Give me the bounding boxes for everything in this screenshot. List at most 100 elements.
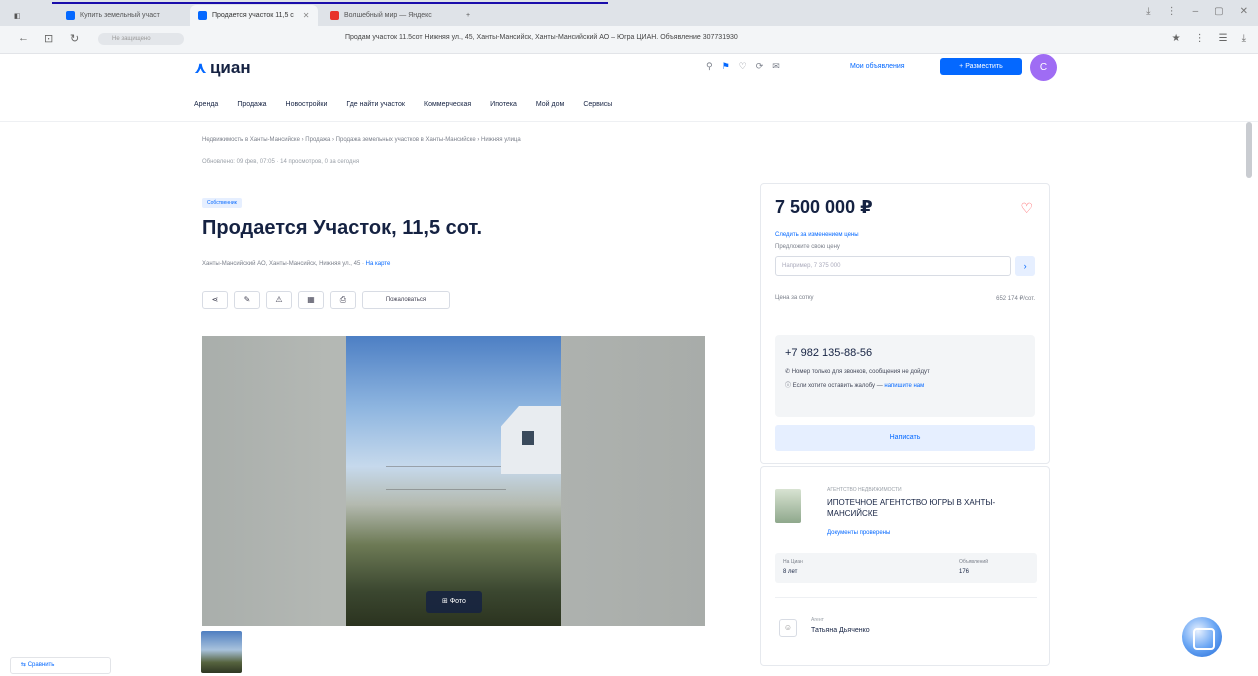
site-header: ⋏ циан ⚲ ⚑ ♡ ⟳ ✉ Мои объявления + Размес… — [0, 54, 1258, 122]
cian-logo[interactable]: ⋏ циан — [194, 58, 251, 78]
agent-name[interactable]: Татьяна Дьяченко — [811, 627, 870, 634]
price-card: 7 500 000 ₽ ♡ Следить за изменением цены… — [761, 184, 1049, 325]
phone-card: +7 982 135-88-56 ✆ Номер только для звон… — [775, 335, 1035, 417]
reload-icon[interactable]: ↻ — [70, 32, 79, 45]
new-tab-button[interactable]: + — [458, 5, 478, 26]
site-info-chip[interactable]: Не защищено — [98, 33, 184, 45]
yandex-favicon-icon — [330, 11, 339, 20]
menu-icon[interactable]: ⋮ — [1195, 33, 1205, 44]
print-button[interactable]: ⎙ — [330, 291, 356, 309]
address-bar: ← ⊡ ↻ Не защищено Продам участок 11.5сот… — [0, 26, 1258, 54]
sidebar-icon[interactable]: ☰ — [1219, 33, 1228, 44]
listing-actions: ⋖ ✎ ⚠ ▦ ⎙ Пожаловаться — [202, 291, 450, 309]
close-window-icon[interactable]: ✕ — [1240, 6, 1248, 17]
main-photo[interactable] — [346, 336, 561, 626]
edit-note-button[interactable]: ✎ — [234, 291, 260, 309]
header-icons: ⚲ ⚑ ♡ ⟳ ✉ — [706, 61, 780, 72]
focus-underline — [52, 2, 608, 4]
minimize-icon[interactable]: – — [1193, 6, 1199, 17]
nav-commercial[interactable]: Коммерческая — [424, 101, 471, 108]
scrollbar[interactable] — [1246, 122, 1252, 178]
phone-number[interactable]: +7 982 135-88-56 — [785, 347, 1025, 359]
published-info: Обновлено: 09 фев, 07:05 · 14 просмотров… — [202, 159, 360, 165]
tab-back-control[interactable]: ◧ — [6, 5, 29, 26]
compare-icon[interactable]: ⟳ — [756, 61, 764, 72]
agency-logo[interactable] — [775, 489, 801, 523]
map-link[interactable]: На карте — [366, 261, 391, 267]
compare-floating-button[interactable]: ⇆ Сравнить — [10, 657, 111, 674]
cian-favicon-icon — [66, 11, 75, 20]
nav-sale[interactable]: Продажа — [237, 101, 266, 108]
ppu-value: 652 174 ₽/сот. — [996, 296, 1035, 302]
photo-gallery[interactable]: ⊞ Фото — [202, 336, 705, 626]
downloads-icon[interactable]: ⤓ — [1242, 33, 1246, 44]
ppu-label: Цена за сотку — [775, 295, 814, 301]
plus-icon: + — [466, 12, 471, 19]
breadcrumb[interactable]: Недвижимость в Ханты-Мансийске › Продажа… — [202, 137, 521, 143]
close-icon[interactable]: ✕ — [303, 11, 310, 20]
price-value: 7 500 000 ₽ — [775, 197, 873, 217]
verified-docs-badge: Документы проверены — [827, 530, 891, 536]
phone-note: ✆ Номер только для звонков, сообщения не… — [785, 368, 1025, 375]
nav-mortgage[interactable]: Ипотека — [490, 101, 517, 108]
nav-find-plot[interactable]: Где найти участок — [346, 101, 405, 108]
stat-on-cian-label: На Циан — [783, 559, 803, 565]
phone-icon: ✆ — [785, 369, 792, 375]
logo-text: циан — [209, 58, 251, 77]
owner-badge: Собственник — [202, 198, 242, 208]
nav-my-home[interactable]: Мой дом — [536, 101, 564, 108]
agency-name[interactable]: ИПОТЕЧНОЕ АГЕНТСТВО ЮГРЫ В ХАНТЫ-МАНСИЙС… — [827, 497, 1037, 519]
window-controls: ⤓ ⋮ – ▢ ✕ — [1146, 6, 1248, 17]
browser-tab-3[interactable]: Волшебный мир — Яндекс — [322, 5, 450, 26]
post-ad-button[interactable]: + Разместить объявление — [940, 58, 1022, 87]
write-us-link[interactable]: напишите нам — [884, 383, 924, 389]
photo-thumbnail[interactable] — [201, 631, 242, 673]
avatar[interactable]: С — [1030, 54, 1057, 81]
browser-tab-bar: ◧ Купить земельный участ Продается участ… — [0, 0, 1258, 26]
more-icon[interactable]: ⋮ — [1167, 6, 1177, 17]
photos-button[interactable]: ⊞ Фото — [426, 591, 482, 613]
stat-listings-label: Объявлений — [959, 559, 989, 565]
cian-favicon-icon — [198, 11, 207, 20]
photo-fence — [386, 466, 506, 490]
maximize-icon[interactable]: ▢ — [1214, 6, 1223, 17]
heart-icon[interactable]: ♡ — [739, 61, 747, 72]
tabs-icon[interactable]: ⊡ — [44, 32, 53, 45]
cian-logo-icon: ⋏ — [194, 60, 207, 77]
nav-rent[interactable]: Аренда — [194, 101, 218, 108]
offer-submit-button[interactable]: › — [1015, 256, 1035, 276]
page-title: Продается Участок, 11,5 сот. — [202, 217, 483, 239]
divider — [775, 597, 1037, 598]
url-field[interactable]: Продам участок 11.5сот Нижняя ул., 45, Х… — [345, 34, 738, 41]
back-arrow-icon[interactable]: ← — [18, 32, 29, 44]
address-bar-icons: ★ ⋮ ☰ ⤓ — [1172, 33, 1246, 44]
price-sidebar: 7 500 000 ₽ ♡ Следить за изменением цены… — [760, 183, 1050, 464]
address-text: Ханты-Мансийский АО, Ханты-Мансийск, Ниж… — [202, 261, 366, 267]
listing-address: Ханты-Мансийский АО, Ханты-Мансийск, Ниж… — [202, 261, 390, 267]
report-icon-button[interactable]: ⚠ — [266, 291, 292, 309]
tab-menu-icon: ◧ — [14, 12, 21, 20]
flag-icon[interactable]: ⚑ — [722, 61, 730, 72]
help-assistant-icon[interactable] — [1182, 617, 1222, 657]
bookmark-icon[interactable]: ★ — [1172, 33, 1181, 44]
write-message-button[interactable]: Написать — [775, 425, 1035, 451]
favorite-heart-icon[interactable]: ♡ — [1020, 200, 1033, 217]
photo-window — [522, 431, 534, 445]
price-subscribe-link[interactable]: Следить за изменением цены — [775, 232, 1035, 238]
download-icon[interactable]: ⤓ — [1146, 6, 1150, 17]
search-icon[interactable]: ⚲ — [706, 61, 713, 72]
my-listings-link[interactable]: Мои объявления — [850, 63, 905, 70]
complain-button[interactable]: Пожаловаться — [362, 291, 450, 309]
tab-label: Купить земельный участ — [80, 12, 160, 19]
mail-icon[interactable]: ✉ — [772, 61, 780, 72]
browser-tab-2[interactable]: Продается участок 11,5 с ✕ — [190, 5, 318, 26]
agent-label: Агент — [811, 617, 824, 623]
compare-button[interactable]: ▦ — [298, 291, 324, 309]
offer-price-input[interactable]: Например, 7 375 000 — [775, 256, 1012, 276]
share-button[interactable]: ⋖ — [202, 291, 228, 309]
nav-services[interactable]: Сервисы — [583, 101, 612, 108]
browser-tab-1[interactable]: Купить земельный участ — [58, 5, 186, 26]
stat-listings-value: 176 — [959, 569, 970, 575]
nav-new-buildings[interactable]: Новостройки — [286, 101, 328, 108]
main-nav: Аренда Продажа Новостройки Где найти уча… — [194, 101, 612, 108]
